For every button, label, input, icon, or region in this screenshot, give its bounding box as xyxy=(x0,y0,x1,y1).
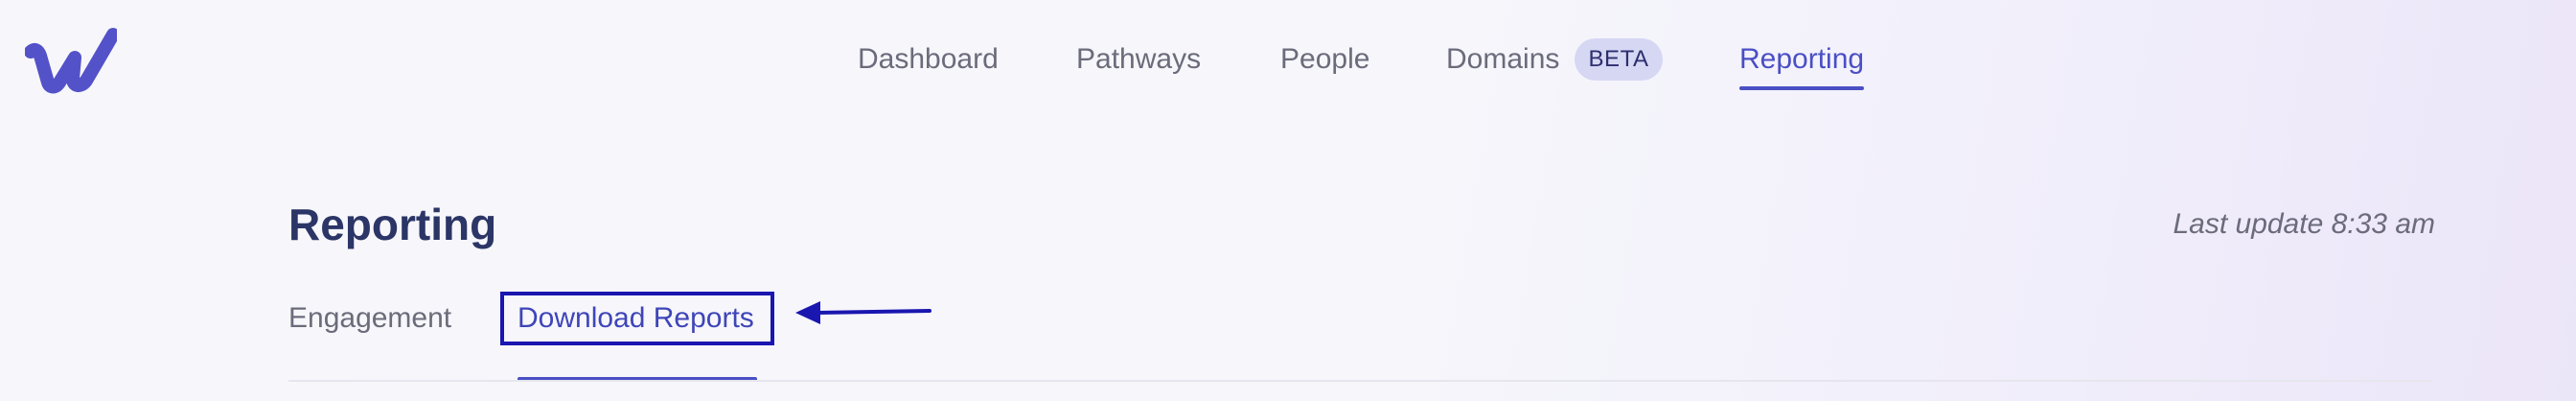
nav-item-label: Dashboard xyxy=(858,43,999,75)
nav-item-label: Reporting xyxy=(1739,43,1865,75)
nav-item-pathways[interactable]: Pathways xyxy=(1076,38,1201,81)
page-title: Reporting xyxy=(288,200,497,249)
nav-item-dashboard[interactable]: Dashboard xyxy=(858,38,999,81)
annotation-highlight-box xyxy=(500,292,774,345)
nav-item-label: Pathways xyxy=(1076,43,1202,75)
nav-item-label: People xyxy=(1280,43,1370,75)
tab-label: Engagement xyxy=(288,302,452,334)
beta-badge: BETA xyxy=(1575,38,1663,81)
top-nav: Dashboard Pathways People Domains BETA R… xyxy=(0,0,2576,125)
nav-item-reporting[interactable]: Reporting xyxy=(1739,38,1865,90)
arrow-left-icon xyxy=(795,301,932,324)
tabs-divider xyxy=(288,380,2432,382)
nav-item-domains[interactable]: Domains xyxy=(1446,38,1559,81)
nav-active-underline xyxy=(1739,86,1865,90)
nav-item-label: Domains xyxy=(1446,43,1560,75)
nav-item-people[interactable]: People xyxy=(1280,38,1369,81)
last-update-timestamp: Last update 8:33 am xyxy=(2173,208,2435,240)
tab-engagement[interactable]: Engagement xyxy=(288,299,451,338)
